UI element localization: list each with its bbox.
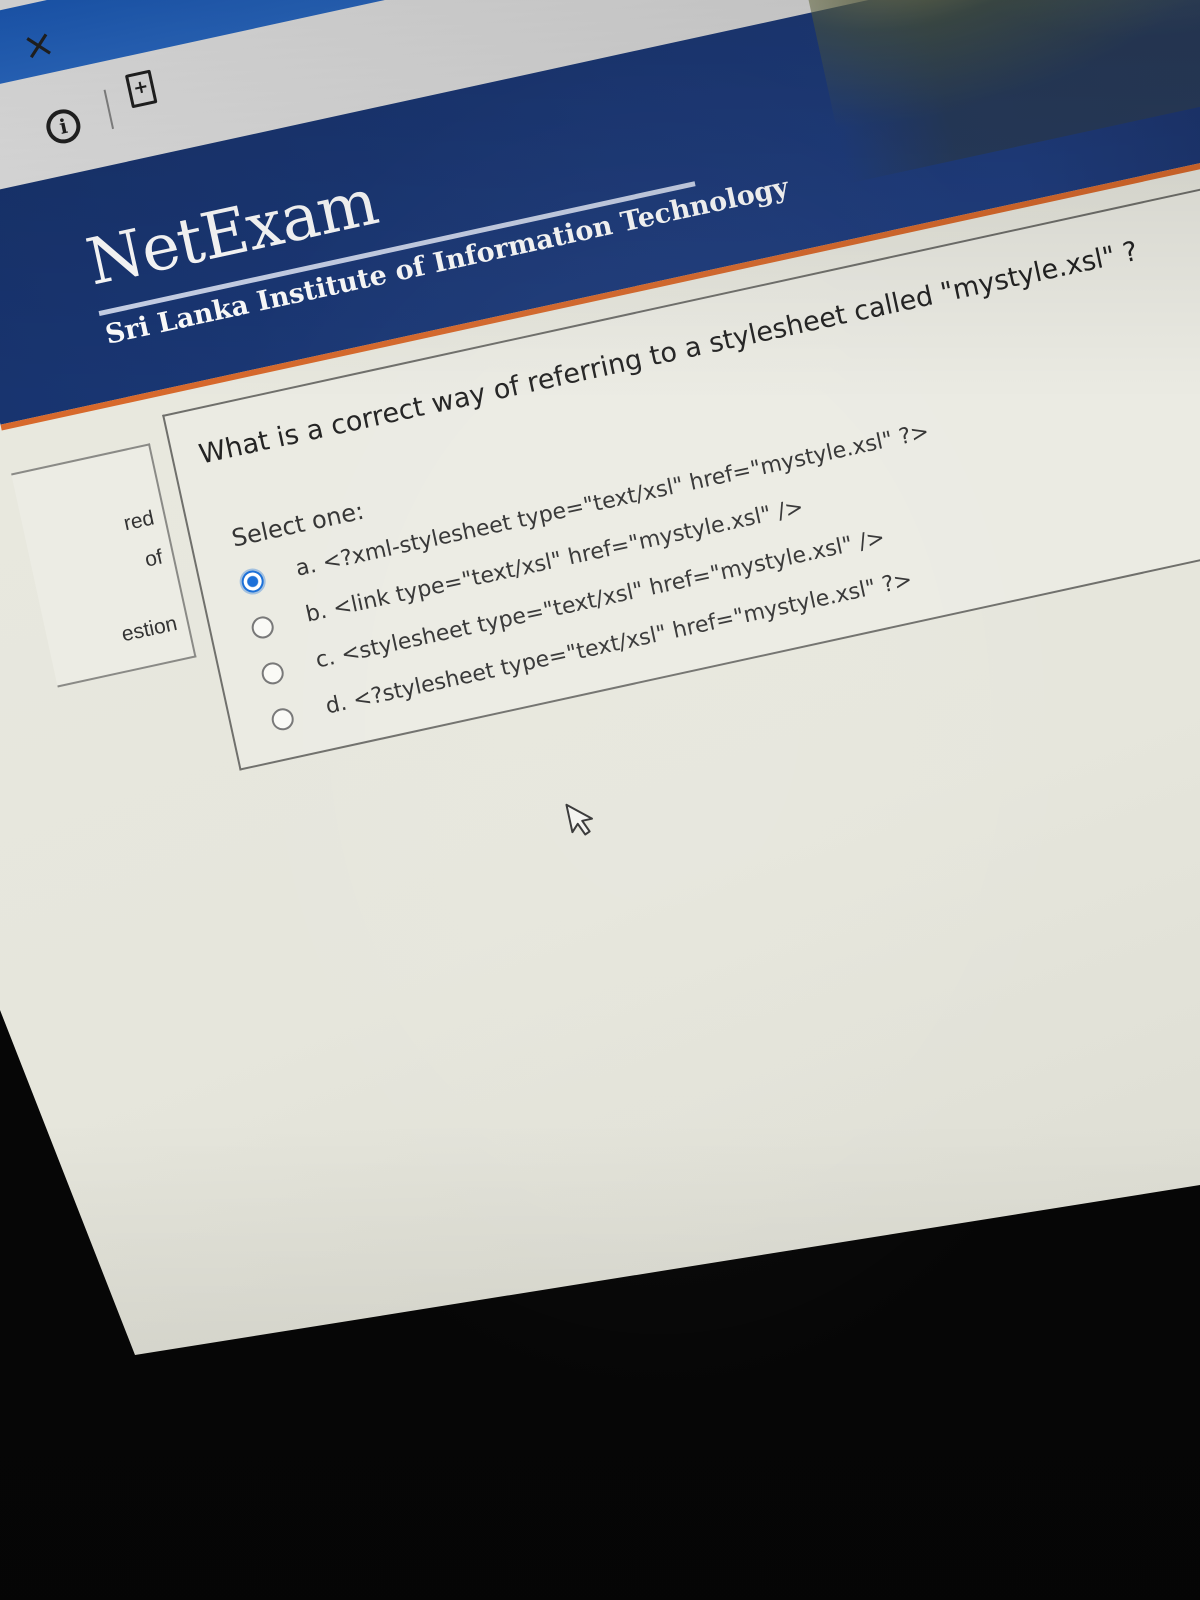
banner-photo	[771, 0, 1200, 184]
question-info-panel: red of estion	[11, 443, 197, 688]
monitor-screen: × i + NetExam Sri Lanka Institute of Inf…	[0, 0, 1200, 1355]
toolbar-divider	[103, 89, 115, 130]
close-icon[interactable]: ×	[15, 20, 63, 70]
select-one-prompt: Select one:	[229, 496, 367, 553]
radio-button[interactable]	[269, 706, 296, 733]
new-page-icon[interactable]: +	[124, 69, 158, 109]
radio-button[interactable]	[259, 660, 286, 687]
radio-button[interactable]	[249, 614, 276, 641]
info-icon[interactable]: i	[43, 106, 84, 147]
mouse-cursor-icon	[565, 803, 593, 836]
photo-stage: × i + NetExam Sri Lanka Institute of Inf…	[0, 0, 1200, 1600]
radio-button-selected[interactable]	[239, 568, 266, 595]
page-content: × i + NetExam Sri Lanka Institute of Inf…	[0, 0, 1200, 1355]
info-fragment: of	[142, 545, 165, 572]
flag-question-link[interactable]: estion	[47, 612, 180, 663]
